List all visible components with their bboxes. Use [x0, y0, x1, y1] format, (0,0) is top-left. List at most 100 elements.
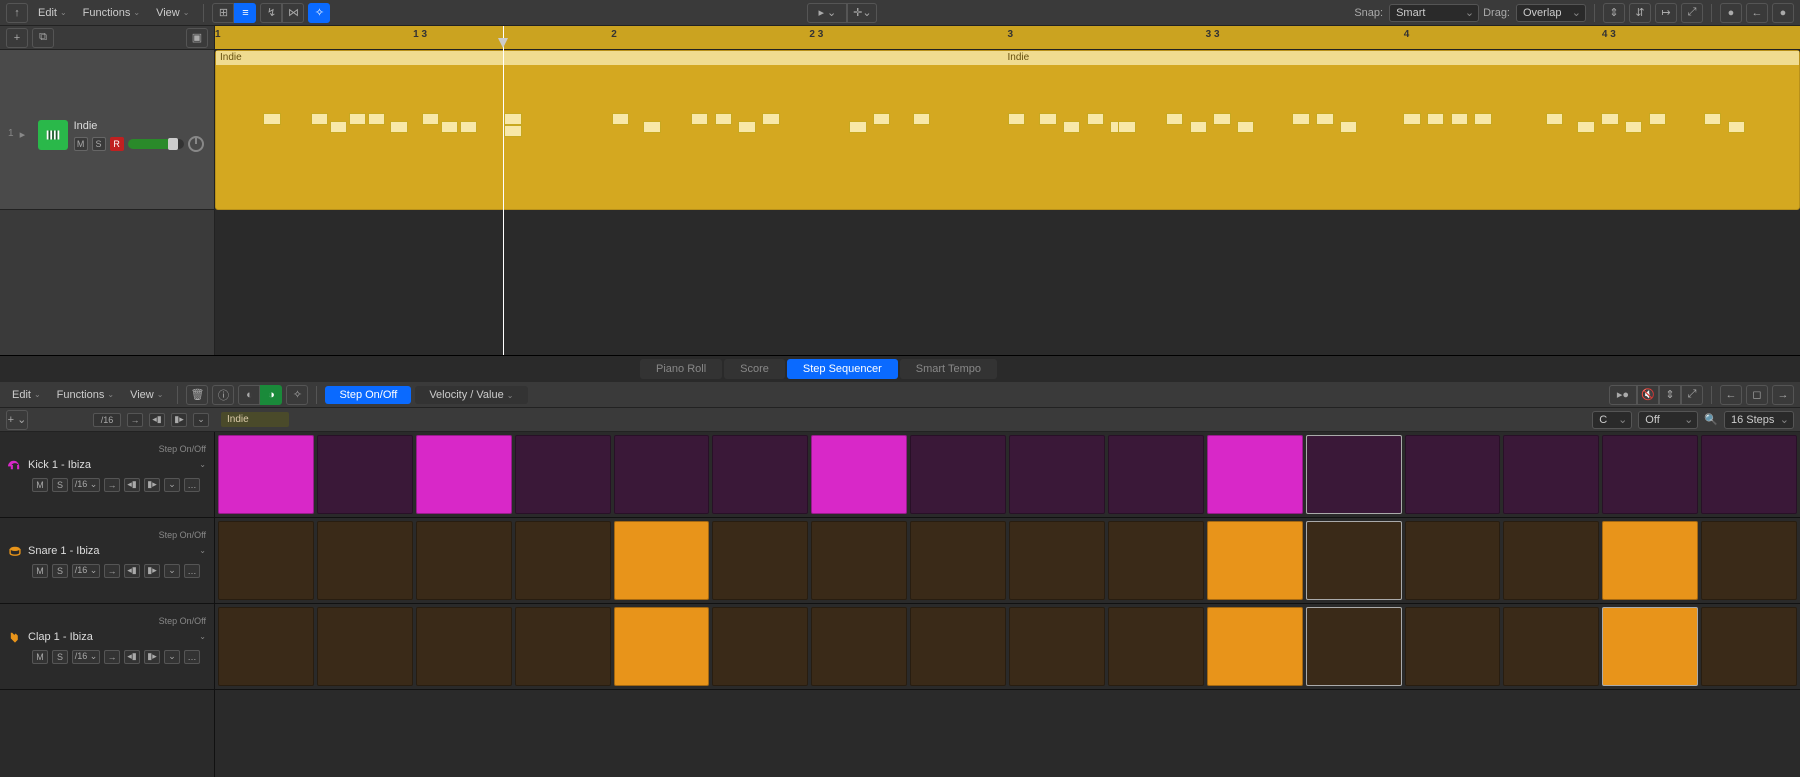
- midi-note[interactable]: [1704, 113, 1721, 125]
- step-cell[interactable]: [416, 521, 512, 600]
- edit-menu[interactable]: Edit⌄: [32, 4, 73, 22]
- midi-note[interactable]: [1340, 121, 1357, 133]
- step-cell[interactable]: [1503, 521, 1599, 600]
- seq-zoom-in-icon[interactable]: →: [1772, 385, 1794, 405]
- global-expand-icon[interactable]: ⌄: [193, 413, 209, 427]
- row-shift-right-icon[interactable]: ▮▸: [144, 478, 160, 492]
- midi-in-icon[interactable]: ◑: [260, 385, 282, 405]
- step-cell[interactable]: [811, 607, 907, 686]
- automation-icon[interactable]: ↯: [260, 3, 282, 23]
- scale-select[interactable]: Off: [1638, 411, 1698, 429]
- info-icon[interactable]: ⓘ: [212, 385, 234, 405]
- step-cell[interactable]: [712, 435, 808, 514]
- step-cell[interactable]: [614, 607, 710, 686]
- midi-note[interactable]: [311, 113, 328, 125]
- solo-button[interactable]: S: [92, 137, 106, 151]
- pointer-tool-icon[interactable]: ▸ ⌄: [807, 3, 847, 23]
- midi-note[interactable]: [1316, 113, 1333, 125]
- add-row-button[interactable]: + ⌄: [6, 410, 28, 430]
- midi-note[interactable]: [460, 121, 477, 133]
- catch-playhead-icon[interactable]: ▣: [186, 28, 208, 48]
- step-cell[interactable]: [614, 435, 710, 514]
- mode-velocity[interactable]: Velocity / Value ⌄: [415, 386, 527, 404]
- row-direction-icon[interactable]: →: [104, 478, 120, 492]
- row-mute-button[interactable]: M: [32, 478, 48, 492]
- row-shift-left-icon[interactable]: ◂▮: [124, 650, 140, 664]
- delete-icon[interactable]: 🗑: [186, 385, 208, 405]
- flex-icon[interactable]: ⋈: [282, 3, 304, 23]
- row-division-select[interactable]: /16 ⌄: [72, 650, 100, 664]
- step-cell[interactable]: [1701, 521, 1797, 600]
- step-cell[interactable]: [1503, 607, 1599, 686]
- zoom-v-slider[interactable]: ●: [1720, 3, 1742, 23]
- zoom-fit-icon[interactable]: ⤢: [1681, 3, 1703, 23]
- mode-step-onoff[interactable]: Step On/Off: [325, 386, 411, 404]
- midi-note[interactable]: [1118, 121, 1135, 133]
- row-mute-button[interactable]: M: [32, 564, 48, 578]
- step-cell[interactable]: [218, 521, 314, 600]
- horiz-auto-icon[interactable]: ↦: [1655, 3, 1677, 23]
- midi-note[interactable]: [441, 121, 458, 133]
- preview-icon[interactable]: ✧: [286, 385, 308, 405]
- midi-note[interactable]: [1546, 113, 1563, 125]
- vert-zoom-seq-icon[interactable]: ⇕: [1659, 385, 1681, 405]
- step-cell[interactable]: [317, 435, 413, 514]
- midi-note[interactable]: [1039, 113, 1056, 125]
- midi-note[interactable]: [1649, 113, 1666, 125]
- midi-note[interactable]: [849, 121, 866, 133]
- up-arrow-icon[interactable]: ↑: [6, 3, 28, 23]
- row-more-icon[interactable]: …: [184, 650, 200, 664]
- step-cell[interactable]: [1701, 435, 1797, 514]
- zoom-h-slider[interactable]: ●: [1772, 3, 1794, 23]
- duplicate-track-button[interactable]: ⧉: [32, 28, 54, 48]
- midi-note[interactable]: [1292, 113, 1309, 125]
- key-select[interactable]: C: [1592, 411, 1632, 429]
- pan-knob[interactable]: [188, 136, 204, 152]
- global-direction-icon[interactable]: →: [127, 413, 143, 427]
- zoom-auto-seq-icon[interactable]: ⤢: [1681, 385, 1703, 405]
- midi-note[interactable]: [390, 121, 407, 133]
- step-cell[interactable]: [910, 521, 1006, 600]
- midi-note[interactable]: [1403, 113, 1420, 125]
- step-cell[interactable]: [515, 521, 611, 600]
- tab-step-sequencer[interactable]: Step Sequencer: [787, 359, 898, 379]
- row-shift-left-icon[interactable]: ◂▮: [124, 564, 140, 578]
- midi-note[interactable]: [691, 113, 708, 125]
- step-cell[interactable]: [218, 607, 314, 686]
- row-division-select[interactable]: /16 ⌄: [72, 564, 100, 578]
- global-shift-right-icon[interactable]: ▮▸: [171, 413, 187, 427]
- global-shift-left-icon[interactable]: ◂▮: [149, 413, 165, 427]
- midi-note[interactable]: [612, 113, 629, 125]
- arrangement-area[interactable]: 11 322 333 344 35 Indie Indie: [215, 26, 1800, 355]
- midi-note[interactable]: [504, 125, 521, 137]
- step-cell[interactable]: [712, 607, 808, 686]
- step-cell[interactable]: [1108, 521, 1204, 600]
- midi-note[interactable]: [1728, 121, 1745, 133]
- step-cell[interactable]: [416, 607, 512, 686]
- midi-note[interactable]: [1213, 113, 1230, 125]
- step-cell[interactable]: [1306, 435, 1402, 514]
- midi-note[interactable]: [504, 113, 521, 125]
- step-cell[interactable]: [515, 607, 611, 686]
- row-expand-icon[interactable]: ⌄: [164, 478, 180, 492]
- midi-note[interactable]: [1451, 113, 1468, 125]
- live-record-icon[interactable]: ▸●: [1609, 385, 1637, 405]
- midi-note[interactable]: [1190, 121, 1207, 133]
- row-shift-right-icon[interactable]: ▮▸: [144, 650, 160, 664]
- step-cell[interactable]: [317, 607, 413, 686]
- midi-note[interactable]: [1625, 121, 1642, 133]
- alt-tool-icon[interactable]: ✛⌄: [847, 3, 877, 23]
- step-cell[interactable]: [317, 521, 413, 600]
- step-cell[interactable]: [1108, 607, 1204, 686]
- midi-note[interactable]: [1063, 121, 1080, 133]
- seq-page-icon[interactable]: ◻: [1746, 385, 1768, 405]
- step-cell[interactable]: [1602, 521, 1698, 600]
- midi-note[interactable]: [1008, 113, 1025, 125]
- search-icon[interactable]: 🔍: [1704, 413, 1718, 426]
- midi-note[interactable]: [1166, 113, 1183, 125]
- row-expand-icon[interactable]: ⌄: [164, 650, 180, 664]
- drag-select[interactable]: Overlap: [1516, 4, 1586, 22]
- timeline-ruler[interactable]: 11 322 333 344 35: [215, 26, 1800, 50]
- step-cell[interactable]: [416, 435, 512, 514]
- row-more-icon[interactable]: …: [184, 564, 200, 578]
